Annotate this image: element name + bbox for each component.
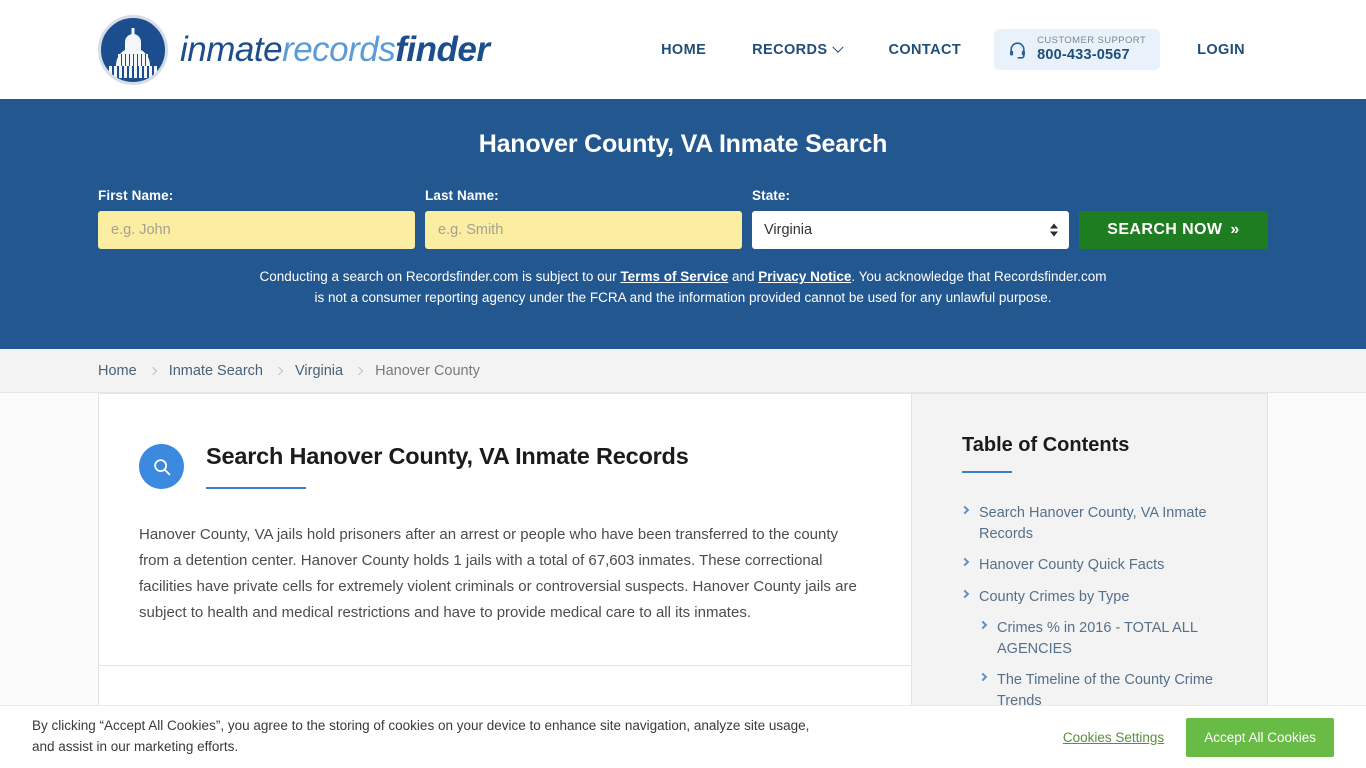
toc-item[interactable]: Search Hanover County, VA Inmate Records xyxy=(960,503,1237,544)
main-navigation: HOME RECORDS CONTACT CUSTOMER SUPPORT 80… xyxy=(638,28,1268,71)
accept-all-cookies-button[interactable]: Accept All Cookies xyxy=(1186,717,1334,757)
chevron-right-icon xyxy=(978,621,988,630)
first-name-input[interactable] xyxy=(98,211,415,249)
page-title: Search Hanover County, VA Inmate Records xyxy=(206,443,689,469)
search-now-button[interactable]: SEARCH NOW » xyxy=(1079,211,1268,249)
cookies-settings-link[interactable]: Cookies Settings xyxy=(1063,730,1164,745)
disclaimer-part-1: Conducting a search on Recordsfinder.com… xyxy=(259,269,621,284)
logo-text-inmate: inmate xyxy=(180,29,283,69)
chevron-right-icon xyxy=(274,366,284,375)
nav-label-home: HOME xyxy=(661,41,707,58)
logo-text-records: records xyxy=(282,29,396,69)
cookie-banner-actions: Cookies Settings Accept All Cookies xyxy=(1063,717,1334,757)
hero-title: Hanover County, VA Inmate Search xyxy=(478,130,888,158)
privacy-notice-link[interactable]: Privacy Notice xyxy=(758,269,851,284)
capitol-dome-icon xyxy=(98,14,168,85)
toc-list: Search Hanover County, VA Inmate Records… xyxy=(960,503,1237,712)
first-name-field-group: First Name: xyxy=(98,188,415,249)
state-select[interactable]: Virginia xyxy=(752,211,1069,249)
chevron-right-icon xyxy=(960,505,970,515)
select-stepper-icon xyxy=(1050,223,1058,237)
support-phone: 800-433-0567 xyxy=(1037,46,1130,63)
nav-item-login[interactable]: LOGIN xyxy=(1174,42,1268,58)
hero-search-section: Hanover County, VA Inmate Search First N… xyxy=(0,99,1366,349)
double-chevron-right-icon: » xyxy=(1230,221,1240,238)
state-field-group: State: Virginia xyxy=(752,188,1069,249)
logo-wordmark: inmaterecordsfinder xyxy=(180,30,490,70)
chevron-right-icon xyxy=(960,589,970,598)
search-now-label: SEARCH NOW xyxy=(1107,221,1223,238)
section-search-records: Search Hanover County, VA Inmate Records… xyxy=(99,394,911,665)
toc-item[interactable]: County Crimes by Type xyxy=(960,587,1237,608)
breadcrumb-bar: Home Inmate Search Virginia Hanover Coun… xyxy=(0,349,1366,393)
chevron-right-icon xyxy=(960,557,970,567)
site-header: inmaterecordsfinder HOME RECORDS CONTACT… xyxy=(0,0,1366,99)
nav-item-contact[interactable]: CONTACT xyxy=(865,42,984,58)
nav-label-records: RECORDS xyxy=(752,41,828,58)
toc-underline xyxy=(962,471,1012,473)
search-disclaimer: Conducting a search on Recordsfinder.com… xyxy=(255,267,1111,309)
section-header: Search Hanover County, VA Inmate Records xyxy=(139,442,871,490)
chevron-down-icon xyxy=(832,41,845,53)
toc-sub-item[interactable]: Crimes % in 2016 - TOTAL ALL AGENCIES xyxy=(962,618,1237,659)
cookie-consent-banner: By clicking “Accept All Cookies”, you ag… xyxy=(0,705,1366,768)
state-select-value: Virginia xyxy=(764,222,813,238)
toc-link-search-records[interactable]: Search Hanover County, VA Inmate Records xyxy=(979,503,1237,544)
chevron-right-icon xyxy=(978,673,988,682)
nav-label-login: LOGIN xyxy=(1197,41,1245,58)
toc-link-quick-facts[interactable]: Hanover County Quick Facts xyxy=(979,555,1164,576)
cookie-banner-text: By clicking “Accept All Cookies”, you ag… xyxy=(32,718,810,754)
support-label: CUSTOMER SUPPORT xyxy=(1037,34,1147,46)
nav-label-contact: CONTACT xyxy=(888,41,962,58)
nav-item-home[interactable]: HOME xyxy=(638,42,729,58)
toc-title: Table of Contents xyxy=(962,434,1130,456)
disclaimer-part-2: and xyxy=(728,269,759,284)
logo-text-finder: finder xyxy=(395,29,490,69)
chevron-right-icon xyxy=(354,366,364,375)
search-icon xyxy=(139,444,184,489)
inmate-search-form: First Name: Last Name: State: Virginia S… xyxy=(98,188,1268,249)
terms-of-service-link[interactable]: Terms of Service xyxy=(620,269,728,284)
toc-link-crimes-2016[interactable]: Crimes % in 2016 - TOTAL ALL AGENCIES xyxy=(997,618,1237,659)
section-paragraph: Hanover County, VA jails hold prisoners … xyxy=(139,526,857,621)
last-name-input[interactable] xyxy=(425,211,742,249)
breadcrumb: Home Inmate Search Virginia Hanover Coun… xyxy=(98,363,480,379)
state-label: State: xyxy=(752,188,791,203)
last-name-field-group: Last Name: xyxy=(425,188,742,249)
breadcrumb-item-virginia[interactable]: Virginia xyxy=(295,363,343,379)
heading-underline xyxy=(206,487,306,490)
breadcrumb-item-home[interactable]: Home xyxy=(98,363,137,379)
customer-support-box[interactable]: CUSTOMER SUPPORT 800-433-0567 xyxy=(994,28,1161,71)
first-name-label: First Name: xyxy=(98,188,174,203)
breadcrumb-item-current: Hanover County xyxy=(375,362,480,379)
site-logo[interactable]: inmaterecordsfinder xyxy=(98,14,490,85)
toc-link-crimes-by-type[interactable]: County Crimes by Type xyxy=(979,587,1129,608)
breadcrumb-item-inmate-search[interactable]: Inmate Search xyxy=(169,363,263,379)
nav-item-records[interactable]: RECORDS xyxy=(729,41,865,58)
headset-icon xyxy=(1008,40,1027,59)
toc-item[interactable]: Hanover County Quick Facts xyxy=(960,555,1237,576)
chevron-right-icon xyxy=(148,366,157,375)
last-name-label: Last Name: xyxy=(425,188,499,203)
